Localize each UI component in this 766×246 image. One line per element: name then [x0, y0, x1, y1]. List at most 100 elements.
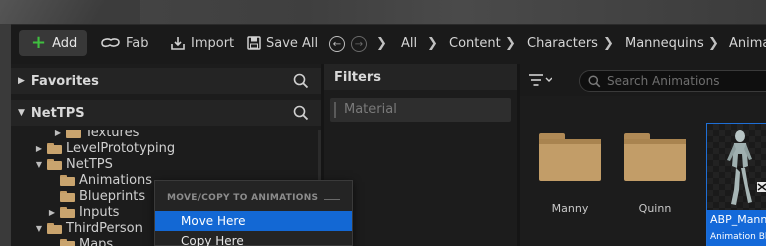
tree-item-thirdperson[interactable]: ▼ ThirdPerson: [34, 220, 143, 236]
filters-header: Filters: [324, 64, 517, 90]
asset-tile-abp-manny[interactable]: ABP_Manny Animation Blue...: [706, 123, 766, 246]
fab-button[interactable]: Fab: [99, 30, 149, 56]
breadcrumb-characters[interactable]: Characters: [527, 30, 598, 56]
folder-icon: [60, 238, 75, 246]
folder-tile-manny[interactable]: [539, 133, 601, 181]
menu-title: MOVE/COPY TO ANIMATIONS: [167, 193, 319, 203]
folder-icon: [60, 206, 75, 218]
folder-lip: [539, 139, 601, 144]
breadcrumb-label: Content: [449, 35, 501, 51]
fab-button-label: Fab: [126, 35, 149, 51]
asset-type: Animation Blue...: [710, 232, 766, 242]
tree-item-label: ThirdPerson: [66, 220, 143, 236]
filter-icon[interactable]: [528, 73, 552, 87]
plus-icon: +: [31, 32, 47, 53]
favorites-section-header[interactable]: ▶ Favorites: [11, 68, 321, 94]
asset-view-toolbar: Search Animations: [520, 64, 766, 96]
add-button-label: Add: [52, 35, 78, 51]
asset-name: Manny: [551, 202, 589, 215]
tree-item-label: LevelPrototyping: [66, 140, 176, 156]
back-button[interactable]: ←: [329, 36, 345, 52]
folder-open-icon: [60, 174, 75, 186]
asset-view: Search Animations Manny Quinn ABP_Mann A…: [520, 64, 766, 246]
chevron-right-icon: ▶: [54, 130, 62, 137]
tree-item-maps[interactable]: Maps: [47, 236, 113, 246]
viewport-geometry: [0, 0, 140, 24]
breadcrumb-label: Characters: [527, 35, 598, 51]
tree-item-inputs[interactable]: ▶ Inputs: [47, 204, 120, 220]
chevron-right-icon: ❯: [376, 35, 387, 51]
chevron-down-icon: ▼: [35, 159, 43, 169]
search-placeholder: Search Animations: [607, 74, 720, 88]
import-button-label: Import: [191, 35, 235, 51]
folder-icon: [47, 142, 62, 154]
chevron-right-icon: ❯: [505, 35, 516, 51]
project-section-header[interactable]: ▼ NetTPS: [11, 100, 321, 126]
import-icon: [171, 37, 185, 50]
tree-item-label: Inputs: [79, 204, 120, 220]
folder-icon: [66, 130, 81, 138]
breadcrumb-content[interactable]: Content: [449, 30, 501, 56]
filter-item-material[interactable]: Material: [330, 98, 511, 122]
search-icon: [588, 74, 601, 87]
content-browser-panel: + Add Fab Import Save All ← → ❯ All ❯ Co…: [11, 24, 766, 246]
content-browser-window: + Add Fab Import Save All ← → ❯ All ❯ Co…: [0, 0, 766, 246]
chevron-right-icon: ▶: [48, 207, 56, 217]
add-button[interactable]: + Add: [19, 30, 87, 56]
breadcrumb-all[interactable]: All: [401, 30, 417, 56]
breadcrumb-label: Mannequins: [625, 35, 704, 51]
menu-divider: [324, 199, 340, 200]
asset-thumbnail: [707, 124, 766, 210]
breadcrumb-label: Animat: [729, 35, 766, 51]
chevron-right-icon: ❯: [603, 35, 614, 51]
chevron-down-icon: ▼: [18, 108, 25, 118]
tree-item-levelprototyping[interactable]: ▶ LevelPrototyping: [34, 140, 175, 156]
breadcrumb-mannequins[interactable]: Mannequins: [625, 30, 704, 56]
tree-item-label: Animations: [79, 172, 153, 188]
project-label: NetTPS: [30, 105, 85, 121]
toolbar: + Add Fab Import Save All ← → ❯ All ❯ Co…: [11, 25, 766, 64]
save-all-button-label: Save All: [266, 35, 319, 51]
folder-body: [539, 139, 601, 181]
tree-item-label: Maps: [79, 236, 114, 246]
arrow-right-icon: →: [354, 38, 364, 50]
asset-name: ABP_Manny: [710, 213, 766, 226]
forward-button[interactable]: →: [351, 36, 367, 52]
move-here-menu-item[interactable]: Move Here: [155, 211, 352, 231]
save-icon: [247, 36, 261, 50]
chevron-right-icon: ❯: [708, 35, 719, 51]
folder-body: [624, 139, 686, 181]
viewport-background: [0, 0, 766, 24]
folder-open-icon: [47, 222, 62, 234]
mannequin-icon: [727, 130, 766, 205]
folder-icon: [60, 190, 75, 202]
tree-item-blueprints[interactable]: Blueprints: [47, 188, 145, 204]
favorites-label: Favorites: [30, 73, 99, 89]
chevron-right-icon: ▶: [18, 76, 25, 86]
search-icon[interactable]: [293, 105, 309, 121]
copy-here-menu-item[interactable]: Copy Here: [155, 231, 352, 246]
breadcrumb-label: All: [401, 35, 418, 51]
folder-lip: [624, 139, 686, 144]
breadcrumb-animations[interactable]: Animat: [729, 30, 766, 56]
folder-open-icon: [47, 158, 62, 170]
fab-icon: [101, 38, 120, 48]
chevron-right-icon: ▶: [35, 143, 43, 153]
search-icon[interactable]: [293, 73, 309, 89]
arrow-left-icon: ←: [332, 38, 342, 50]
asset-label: ABP_Manny Animation Blue...: [707, 210, 766, 246]
tree-item-textures[interactable]: ▶ Textures: [53, 130, 139, 140]
folder-tile-quinn[interactable]: [624, 133, 686, 181]
tree-item-label: Textures: [85, 130, 140, 140]
tree-item-label: NetTPS: [66, 156, 113, 172]
asset-name: Quinn: [638, 202, 672, 215]
tree-item-animations[interactable]: Animations: [47, 172, 152, 188]
tree-item-nettps[interactable]: ▼ NetTPS: [34, 156, 113, 172]
tree-item-label: Blueprints: [79, 188, 146, 204]
move-copy-context-menu: MOVE/COPY TO ANIMATIONS Move Here Copy H…: [154, 180, 353, 246]
chevron-down-icon: ▼: [35, 223, 43, 233]
search-input[interactable]: Search Animations: [579, 70, 766, 92]
chevron-right-icon: ❯: [427, 35, 438, 51]
save-all-button[interactable]: Save All: [247, 30, 318, 56]
import-button[interactable]: Import: [170, 30, 234, 56]
